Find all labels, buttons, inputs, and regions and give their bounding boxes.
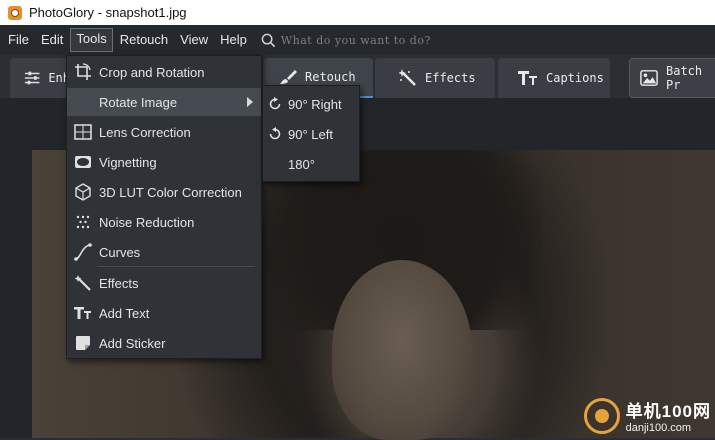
menu-item-rotate-image[interactable]: Rotate Image (67, 88, 261, 116)
menu-item-add-text[interactable]: Add Text (67, 299, 261, 327)
rotate-right-icon (267, 96, 283, 112)
menu-separator (97, 266, 255, 267)
title-bar: PhotoGlory - snapshot1.jpg (0, 0, 715, 25)
tab-batch-processing[interactable]: Batch Pr (629, 58, 715, 98)
menu-item-noise-reduction[interactable]: Noise Reduction (67, 208, 261, 236)
menu-bar: File Edit Tools Retouch View Help What d… (0, 25, 715, 55)
submenu-item-label: 90° Left (288, 126, 333, 142)
sticker-icon (74, 334, 92, 352)
watermark-url: danji100.com (625, 422, 692, 434)
submenu-arrow-icon (247, 97, 253, 107)
tab-effects-label: Effects (425, 71, 476, 85)
lens-correction-icon (74, 123, 92, 141)
menu-item-label: Crop and Rotation (99, 64, 205, 80)
menu-item-effects[interactable]: Effects (67, 269, 261, 297)
menu-item-label: 3D LUT Color Correction (99, 184, 242, 200)
watermark: 单机100网 danji100.com (583, 397, 711, 434)
rotate-image-submenu: 90° Right 90° Left 180° (262, 85, 360, 182)
submenu-item-90-right[interactable]: 90° Right (263, 90, 359, 118)
watermark-text: 单机100网 (625, 402, 711, 421)
menu-item-add-sticker[interactable]: Add Sticker (67, 329, 261, 357)
menu-item-lens-correction[interactable]: Lens Correction (67, 118, 261, 146)
tab-effects[interactable]: Effects (375, 58, 495, 98)
submenu-item-label: 180° (288, 156, 315, 172)
menu-item-label: Add Text (99, 305, 150, 321)
search-input[interactable]: What do you want to do? (281, 34, 431, 47)
vignette-icon (74, 153, 92, 171)
menu-tools[interactable]: Tools (70, 28, 113, 52)
photo-face-region (332, 260, 472, 440)
menu-item-label: Rotate Image (99, 94, 178, 110)
tab-retouch-label: Retouch (305, 70, 356, 84)
magic-wand-icon (399, 69, 416, 86)
menu-item-label: Vignetting (99, 154, 157, 170)
submenu-item-90-left[interactable]: 90° Left (263, 120, 359, 148)
menu-view[interactable]: View (175, 29, 213, 51)
menu-item-label: Noise Reduction (99, 214, 195, 230)
tab-captions-label: Captions (546, 71, 604, 85)
image-icon (640, 70, 658, 86)
curves-icon (74, 243, 92, 261)
menu-help[interactable]: Help (215, 29, 252, 51)
menu-item-label: Lens Correction (99, 124, 191, 140)
menu-item-label: Curves (99, 244, 141, 260)
lut-cube-icon (74, 183, 92, 201)
text-icon (74, 304, 92, 322)
rotate-left-icon (267, 126, 283, 142)
text-icon (518, 71, 537, 85)
magic-wand-icon (74, 274, 92, 292)
menu-file[interactable]: File (3, 29, 34, 51)
noise-icon (74, 213, 92, 231)
menu-item-label: Effects (99, 275, 139, 291)
menu-item-curves[interactable]: Curves (67, 238, 261, 266)
brush-icon (280, 70, 297, 84)
window-title: PhotoGlory - snapshot1.jpg (29, 5, 187, 20)
sliders-icon (24, 71, 40, 85)
menu-item-3d-lut[interactable]: 3D LUT Color Correction (67, 178, 261, 206)
menu-retouch[interactable]: Retouch (115, 29, 173, 51)
tab-batch-label: Batch Pr (666, 64, 703, 92)
tab-enhance[interactable]: Enh (10, 58, 70, 98)
crop-rotate-icon (74, 63, 92, 81)
watermark-logo-icon (583, 397, 620, 434)
tools-menu: Crop and Rotation Rotate Image Lens Corr… (66, 55, 262, 359)
menu-item-vignetting[interactable]: Vignetting (67, 148, 261, 176)
tab-captions[interactable]: Captions (498, 58, 610, 98)
submenu-item-label: 90° Right (288, 96, 342, 112)
menu-item-label: Add Sticker (99, 335, 166, 351)
app-logo-icon (8, 5, 22, 20)
search-icon[interactable] (261, 33, 276, 48)
menu-edit[interactable]: Edit (36, 29, 68, 51)
menu-item-crop-rotation[interactable]: Crop and Rotation (67, 58, 261, 86)
submenu-item-180[interactable]: 180° (263, 150, 359, 178)
